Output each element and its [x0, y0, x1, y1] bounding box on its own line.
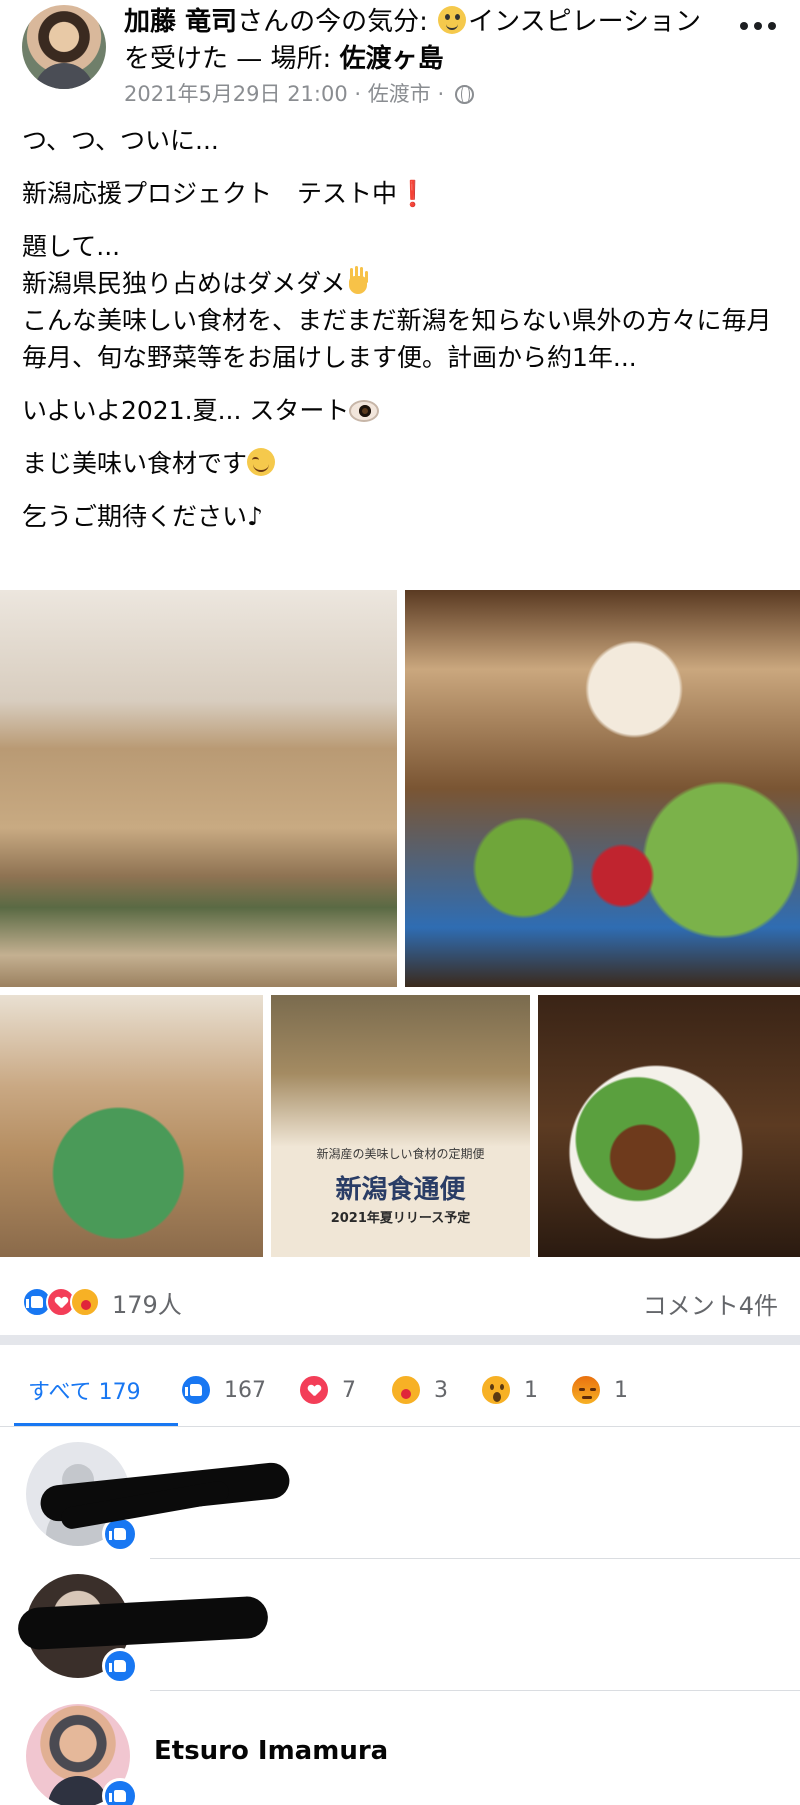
wow-icon	[480, 1374, 512, 1406]
post-line: 新潟応援プロジェクト テスト中❗	[22, 175, 782, 212]
reaction-summary[interactable]: 179人	[22, 1282, 182, 1322]
tab-care[interactable]: 3	[390, 1355, 448, 1425]
exclamation-icon: ❗	[397, 179, 429, 208]
post-line: まじ美味い食材です	[22, 445, 782, 482]
reactor-row[interactable]: Etsuro Imamura	[0, 1696, 800, 1805]
photo-meal[interactable]	[538, 995, 800, 1257]
post-title: 加藤 竜司さんの今の気分: インスピレーションを受けた — 場所: 佐渡ヶ島	[124, 4, 724, 78]
post-line: つ、つ、ついに...	[22, 126, 219, 155]
photo-vegetables[interactable]	[405, 590, 800, 987]
smiling-face-icon	[247, 448, 276, 476]
author-name[interactable]: 加藤 竜司	[124, 7, 237, 37]
post-line: こんな美味しい食材を、まだまだ新潟を知らない県外の方々に毎月毎月、旬な野菜等をお…	[22, 306, 772, 372]
reactor-name[interactable]: Etsuro Imamura	[154, 1736, 388, 1766]
tab-love-count: 7	[342, 1377, 356, 1403]
inspired-emoji-icon	[438, 6, 467, 34]
row-divider	[150, 1558, 800, 1559]
tab-like[interactable]: 167	[180, 1355, 266, 1425]
reaction-tabs: すべて 179 167 7 3 1 1	[0, 1355, 800, 1425]
post-body: つ、つ、ついに... 新潟応援プロジェクト テスト中❗ 題して... 新潟県民独…	[22, 122, 782, 551]
tabs-divider	[0, 1426, 800, 1427]
tab-angry[interactable]: 1	[570, 1355, 628, 1425]
post-header: 加藤 竜司さんの今の気分: インスピレーションを受けた — 場所: 佐渡ヶ島 2…	[0, 0, 800, 110]
post-line: 新潟県民独り占めはダメダメ	[22, 265, 782, 302]
post-line-text: 新潟県民独り占めはダメダメ	[22, 269, 346, 298]
post-line-text: 新潟応援プロジェクト テスト中	[22, 179, 398, 208]
post-line: いよいよ2021.夏... スタート	[22, 392, 782, 429]
author-avatar[interactable]	[22, 5, 106, 89]
tab-wow-count: 1	[524, 1377, 538, 1403]
like-badge-icon	[102, 1648, 138, 1684]
care-icon	[70, 1287, 100, 1317]
tab-love[interactable]: 7	[298, 1355, 356, 1425]
photo-flyer[interactable]: 新潟産の美味しい食材の定期便 新潟食通便 2021年夏リリース予定	[271, 995, 530, 1257]
feeling-prefix: さんの今の気分:	[237, 7, 428, 37]
tab-angry-count: 1	[614, 1377, 628, 1403]
photo-box-contents[interactable]	[0, 590, 397, 987]
tab-wow[interactable]: 1	[480, 1355, 538, 1425]
location-separator: — 場所:	[236, 44, 332, 74]
tab-care-count: 3	[434, 1377, 448, 1403]
post-line-text: まじ美味い食材です	[22, 449, 248, 478]
post-line: 題して...	[22, 232, 121, 261]
post-line: 乞うご期待ください♪	[22, 502, 263, 531]
love-icon	[298, 1374, 330, 1406]
post-meta: 2021年5月29日 21:00 · 佐渡市 ·	[124, 78, 474, 108]
post-timestamp[interactable]: 2021年5月29日 21:00	[124, 82, 348, 106]
more-icon[interactable]	[733, 12, 783, 40]
flyer-subtitle: 新潟産の美味しい食材の定期便	[316, 1147, 485, 1161]
comment-count[interactable]: コメント4件	[643, 1286, 778, 1321]
location-link[interactable]: 佐渡ヶ島	[340, 44, 444, 74]
flyer-title: 新潟食通便	[335, 1175, 466, 1205]
tab-like-count: 167	[224, 1377, 266, 1403]
post-line-text: いよいよ2021.夏... スタート	[22, 396, 350, 425]
photo-lettuce-box[interactable]	[0, 995, 263, 1257]
tab-all[interactable]: すべて 179	[28, 1355, 141, 1425]
like-badge-icon	[102, 1778, 138, 1805]
angry-icon	[570, 1374, 602, 1406]
raised-hand-icon	[346, 268, 372, 296]
reactor-row[interactable]	[0, 1566, 800, 1696]
like-icon	[180, 1374, 212, 1406]
globe-icon	[454, 85, 474, 104]
row-divider	[150, 1690, 800, 1691]
flyer-date: 2021年夏リリース予定	[330, 1211, 471, 1226]
section-divider	[0, 1335, 800, 1345]
care-icon	[390, 1374, 422, 1406]
meta-dot: ·	[354, 82, 362, 106]
reactor-row[interactable]	[0, 1434, 800, 1564]
meta-dot-2: ·	[437, 82, 445, 106]
eye-icon	[349, 400, 380, 422]
reaction-count[interactable]: 179人	[112, 1285, 182, 1320]
post-place[interactable]: 佐渡市	[368, 82, 431, 106]
tab-all-label: すべて 179	[28, 1380, 141, 1405]
